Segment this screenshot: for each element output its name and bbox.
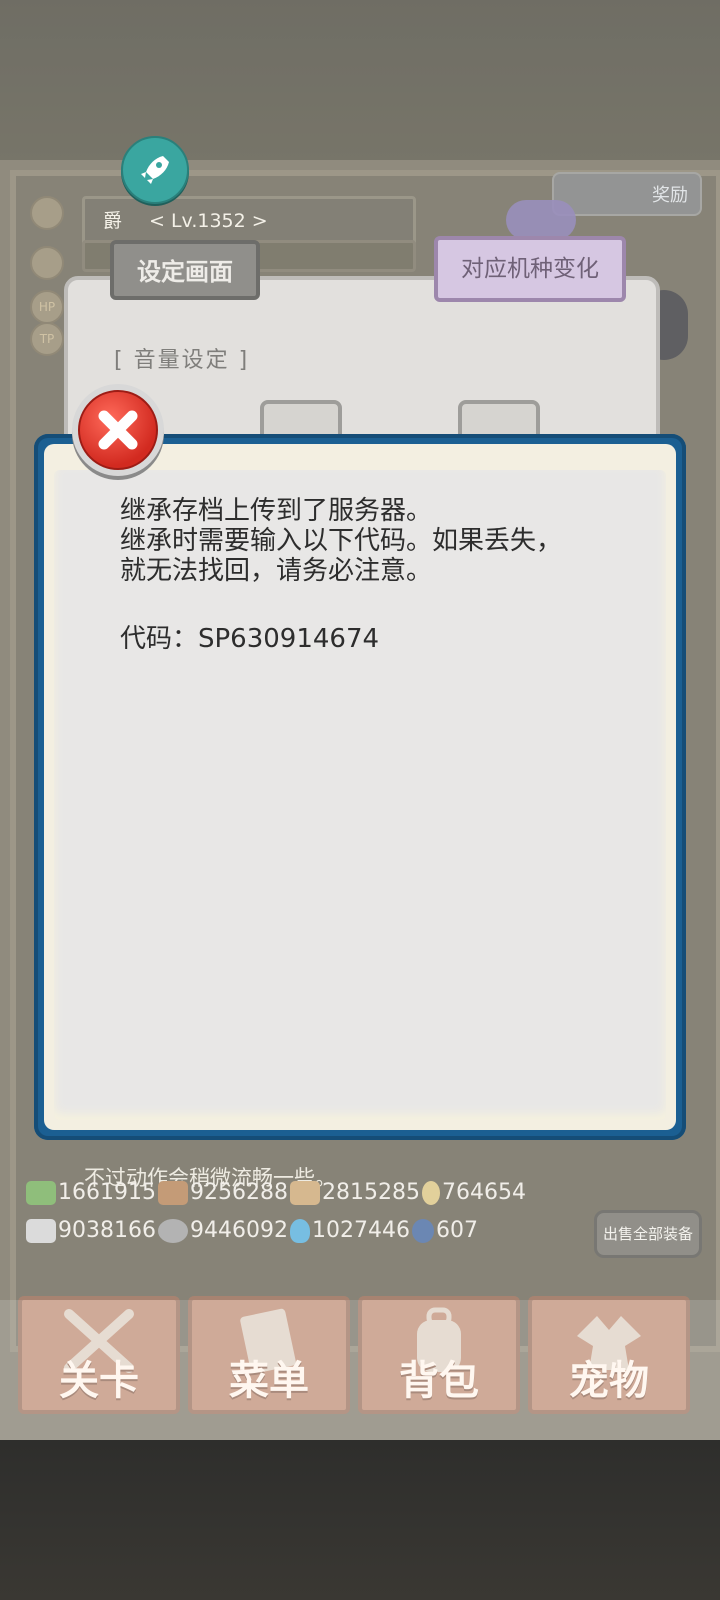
dialog-line: 就无法找回，请务必注意。 (120, 556, 433, 586)
close-dialog-button[interactable] (72, 384, 164, 476)
rocket-button[interactable] (121, 136, 189, 204)
modal-backdrop-bottom (0, 1300, 720, 1440)
close-icon (98, 410, 138, 450)
dialog-line: 继承时需要输入以下代码。如果丢失， (120, 526, 563, 556)
rocket-icon (141, 156, 169, 184)
dialog-line: 继承存档上传到了服务器。 (120, 496, 433, 526)
dialog-message: 继承存档上传到了服务器。 继承时需要输入以下代码。如果丢失， 就无法找回，请务必… (120, 496, 640, 586)
transfer-code: 代码：SP630914674 (120, 624, 380, 654)
navigation-bar-area (0, 1440, 720, 1600)
